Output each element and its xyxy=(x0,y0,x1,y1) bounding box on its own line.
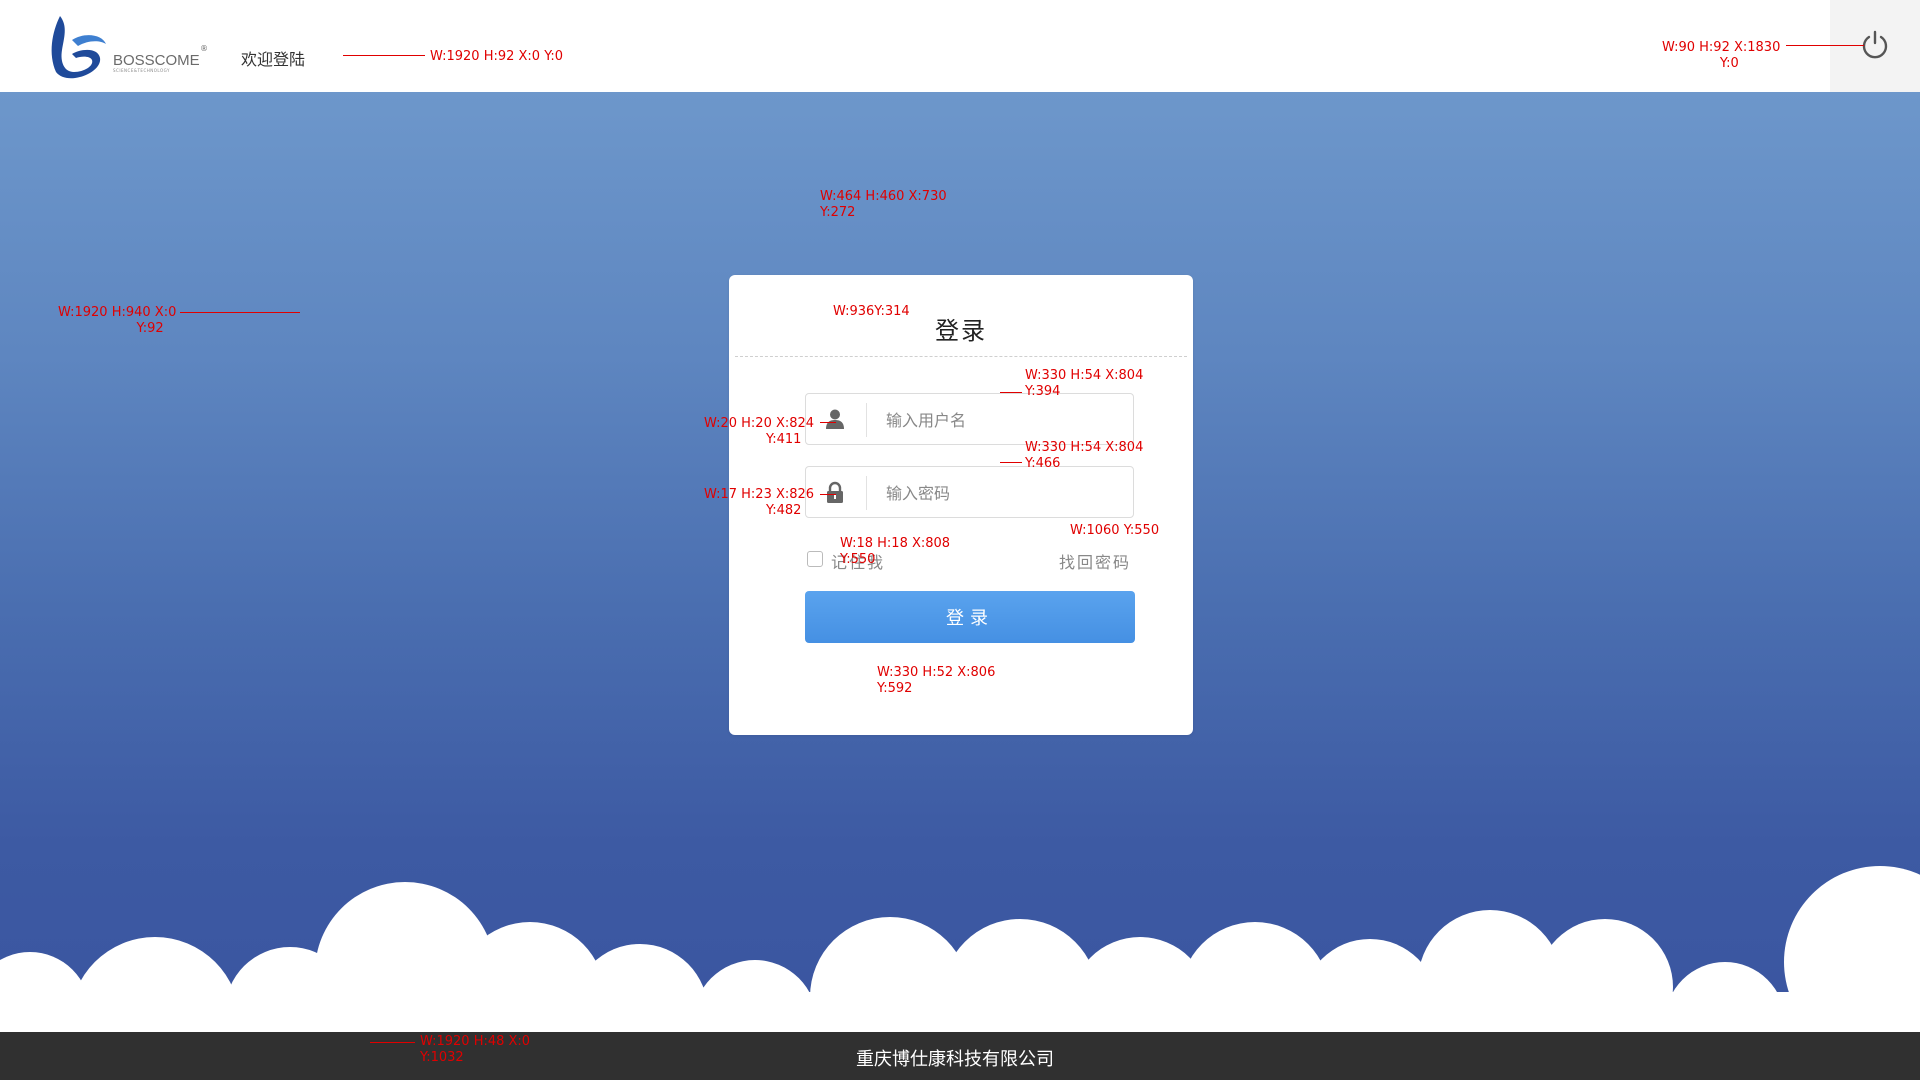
username-input[interactable] xyxy=(886,407,1116,433)
annotation-power: W:90 H:92 X:1830 Y:0 xyxy=(1662,40,1781,71)
login-button[interactable]: 登录 xyxy=(805,591,1135,643)
annotation-leader xyxy=(1786,45,1864,46)
power-button[interactable] xyxy=(1830,0,1920,92)
annotation-checkbox: W:18 H:18 X:808 Y:550 xyxy=(840,536,951,567)
annotation-leader xyxy=(1000,462,1022,463)
annotation-username-box: W:330 H:54 X:804 Y:394 xyxy=(1025,368,1144,399)
logo-subtitle: SCIENCE&TECHNOLOGY xyxy=(113,68,170,73)
annotation-password-icon: W:17 H:23 X:826 Y:482 xyxy=(704,487,815,518)
annotation-divider: W:936Y:314 xyxy=(833,304,910,319)
annotation-card: W:464 H:460 X:730 Y:272 xyxy=(820,189,947,220)
annotation-username-icon: W:20 H:20 X:824 Y:411 xyxy=(704,416,815,447)
power-icon xyxy=(1862,30,1888,59)
title-divider xyxy=(735,356,1187,357)
annotation-header: W:1920 H:92 X:0 Y:0 xyxy=(430,49,564,64)
annotation-leader xyxy=(820,494,836,495)
annotation-leader xyxy=(1000,392,1022,393)
remember-checkbox[interactable] xyxy=(807,551,823,567)
annotation-footer: W:1920 H:48 X:0 Y:1032 xyxy=(420,1034,531,1065)
annotation-leader xyxy=(180,312,300,313)
welcome-text: 欢迎登陆 xyxy=(241,50,306,69)
header: BOSSCOME ® SCIENCE&TECHNOLOGY 欢迎登陆 W:192… xyxy=(0,0,1920,92)
login-title: 登录 xyxy=(935,317,987,345)
password-input[interactable] xyxy=(886,480,1116,506)
input-separator xyxy=(866,476,867,510)
annotation-leader xyxy=(343,55,425,56)
logo-mark-icon xyxy=(51,16,106,79)
annotation-leader xyxy=(820,422,836,423)
logo-wordmark: BOSSCOME xyxy=(113,52,200,69)
annotation-background: W:1920 H:940 X:0 Y:92 xyxy=(58,305,177,336)
lock-icon xyxy=(827,481,843,503)
username-box[interactable] xyxy=(805,393,1134,445)
annotation-leader xyxy=(370,1042,415,1043)
registered-mark: ® xyxy=(200,44,208,53)
bosscome-logo xyxy=(46,14,211,84)
user-icon xyxy=(826,409,844,429)
annotation-forgot: W:1060 Y:550 xyxy=(1070,523,1160,538)
input-separator xyxy=(866,403,867,437)
footer-company: 重庆博仕康科技有限公司 xyxy=(856,1049,1054,1070)
forgot-password-link[interactable]: 找回密码 xyxy=(1059,549,1131,573)
annotation-password-box: W:330 H:54 X:804 Y:466 xyxy=(1025,440,1144,471)
password-box[interactable] xyxy=(805,466,1134,518)
footer: 重庆博仕康科技有限公司 W:1920 H:48 X:0 Y:1032 xyxy=(0,1032,1920,1080)
annotation-login-button: W:330 H:52 X:806 Y:592 xyxy=(877,665,996,696)
